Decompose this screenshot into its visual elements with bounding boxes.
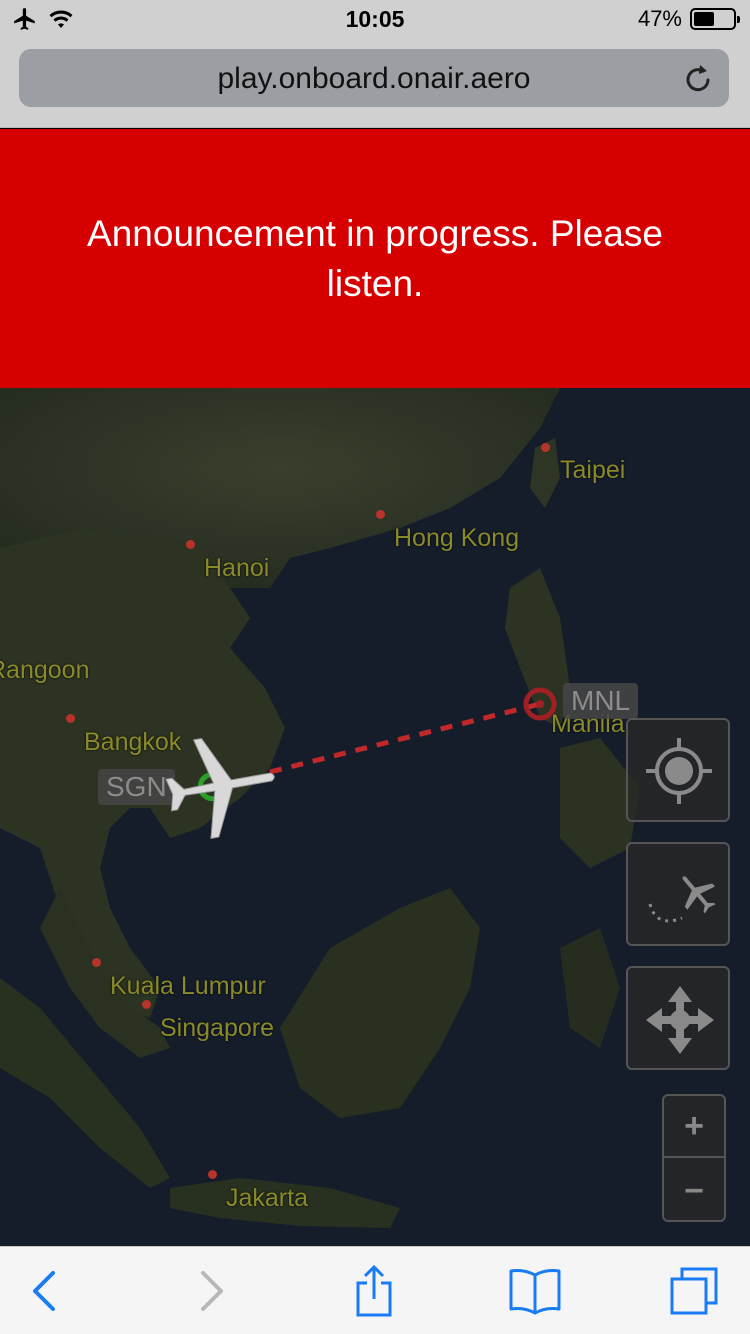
share-button[interactable] xyxy=(344,1265,404,1317)
book-icon xyxy=(509,1269,561,1315)
city-label-singapore: Singapore xyxy=(160,1014,274,1042)
zoom-control: + − xyxy=(662,1094,726,1222)
status-bar: 10:05 47% xyxy=(0,0,750,40)
city-dot-kuala-lumpur xyxy=(92,958,101,967)
city-label-taipei: Taipei xyxy=(560,456,626,484)
city-label-kuala-lumpur: Kuala Lumpur xyxy=(110,972,266,1000)
url-text[interactable]: play.onboard.onair.aero xyxy=(19,62,729,96)
share-icon xyxy=(356,1265,392,1317)
tabs-button[interactable] xyxy=(664,1265,724,1317)
zoom-out-button[interactable]: − xyxy=(664,1160,724,1222)
city-label-rangoon: Rangoon xyxy=(0,656,90,684)
zoom-in-button[interactable]: + xyxy=(664,1096,724,1158)
reload-icon[interactable] xyxy=(683,61,715,95)
browser-toolbar xyxy=(0,1246,750,1334)
chevron-left-icon xyxy=(33,1271,55,1311)
city-label-hong-kong: Hong Kong xyxy=(394,524,520,552)
city-dot-bangkok xyxy=(66,714,75,723)
status-right: 47% xyxy=(637,6,740,32)
forward-button[interactable] xyxy=(182,1265,242,1317)
back-button[interactable] xyxy=(14,1265,74,1317)
airplane-icon xyxy=(165,737,275,839)
crosshair-locate-icon xyxy=(646,738,712,804)
city-label-jakarta: Jakarta xyxy=(226,1184,308,1212)
announcement-text: Announcement in progress. Please listen. xyxy=(87,212,663,304)
chevron-right-icon xyxy=(201,1271,223,1311)
city-dot-taipei xyxy=(541,443,550,452)
battery-percent: 47% xyxy=(637,6,682,31)
tabs-icon xyxy=(670,1267,718,1315)
city-dot-hanoi xyxy=(186,540,195,549)
flight-path-icon xyxy=(648,876,716,923)
bookmarks-button[interactable] xyxy=(505,1265,565,1317)
flight-path-button[interactable] xyxy=(626,842,730,946)
destination-code-label: MNL xyxy=(563,683,639,719)
battery-icon xyxy=(690,8,740,30)
city-dot-jakarta xyxy=(208,1170,217,1179)
pan-arrows-icon xyxy=(646,986,714,1054)
address-bar[interactable]: play.onboard.onair.aero xyxy=(19,49,729,107)
pan-button[interactable] xyxy=(626,966,730,1070)
city-dot-singapore xyxy=(142,1000,151,1009)
city-dot-hong-kong xyxy=(376,510,385,519)
flight-map[interactable]: Taipei Hong Kong Hanoi Rangoon Bangkok M… xyxy=(0,388,750,1246)
announcement-banner: Announcement in progress. Please listen. xyxy=(0,129,750,388)
city-label-hanoi: Hanoi xyxy=(204,554,270,582)
locate-button[interactable] xyxy=(626,718,730,822)
browser-address-area: play.onboard.onair.aero xyxy=(0,40,750,128)
